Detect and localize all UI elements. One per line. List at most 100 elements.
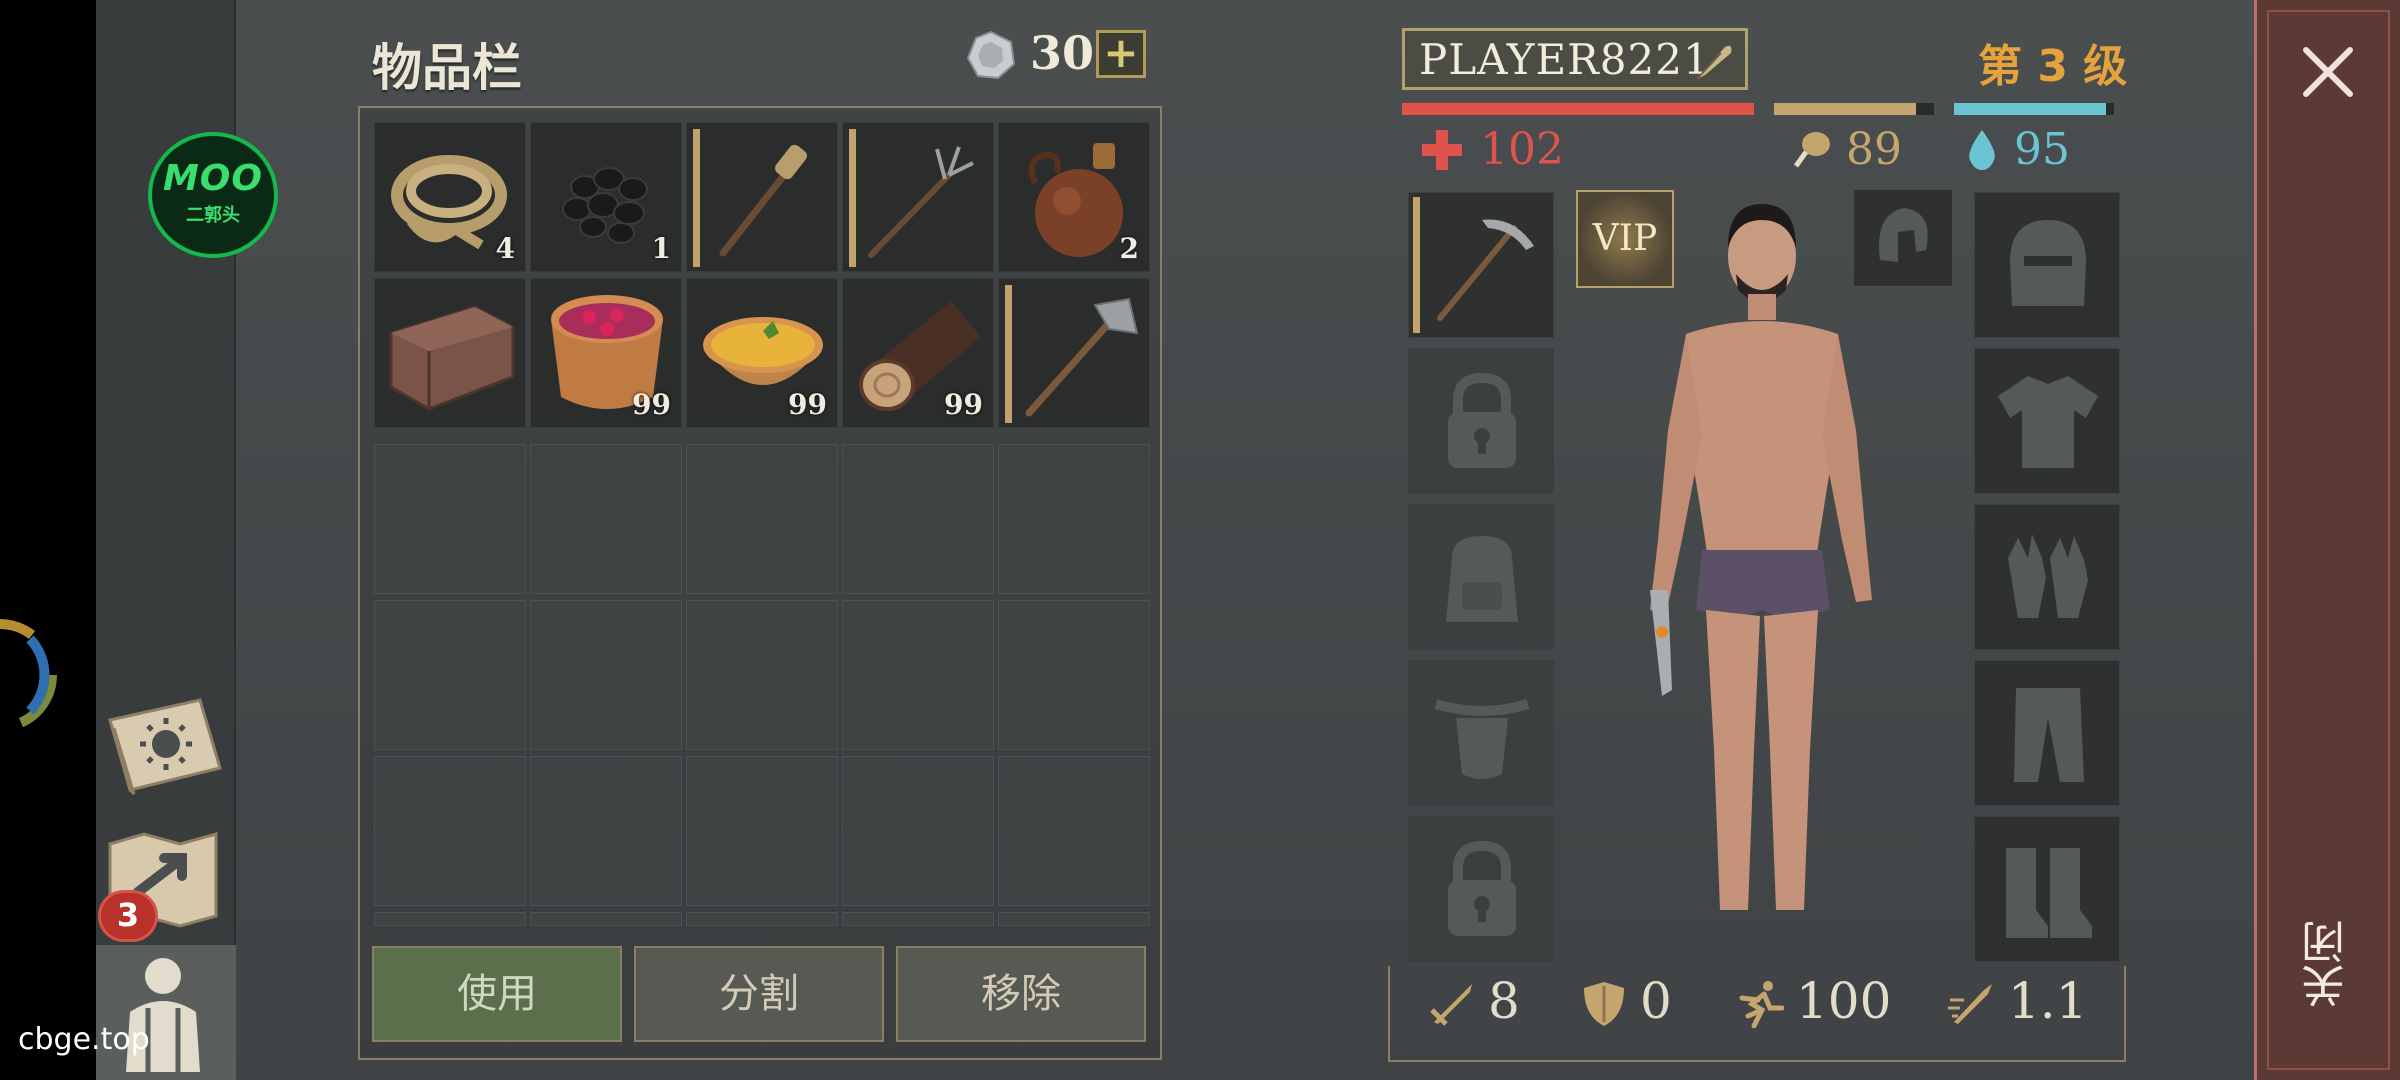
inventory-slot-pitchfork[interactable] (842, 122, 994, 272)
close-panel[interactable] (2254, 0, 2400, 1080)
empty-slot[interactable] (998, 444, 1150, 594)
close-icon[interactable] (2296, 40, 2360, 104)
loading-ring-icon (0, 618, 57, 732)
food-value: 89 (1846, 124, 1902, 175)
watermark: cbge.top (18, 1022, 150, 1057)
rename-quill-icon[interactable] (1691, 39, 1735, 83)
defense-value: 0 (1640, 972, 1672, 1030)
empty-slot[interactable] (998, 912, 1150, 926)
inventory-slot-coal[interactable]: 1 (530, 122, 682, 272)
pouch-icon (1434, 699, 1530, 779)
empty-slot[interactable] (374, 600, 526, 750)
sword-icon (1430, 984, 1472, 1026)
equipment-slot-feet[interactable] (1974, 816, 2120, 962)
inventory-slot-log[interactable]: 99 (842, 278, 994, 428)
moo-logo: MOO 二郭头 (148, 132, 278, 258)
equipment-slot-locked[interactable] (1408, 348, 1554, 494)
empty-slot[interactable] (842, 912, 994, 926)
health-cross-icon (1422, 130, 1462, 170)
lock-icon (1448, 840, 1516, 936)
item-quantity: 99 (632, 388, 671, 421)
character-tab-icon[interactable] (110, 952, 216, 1076)
empty-slot[interactable] (530, 912, 682, 926)
empty-slot[interactable] (530, 600, 682, 750)
running-icon (1739, 981, 1784, 1028)
empty-slot[interactable] (686, 444, 838, 594)
player-level: 第 3 级 (1978, 41, 2128, 92)
logo-top-text: MOO (162, 158, 264, 199)
empty-slot[interactable] (530, 444, 682, 594)
item-quantity: 2 (1119, 232, 1139, 265)
empty-slot[interactable] (374, 756, 526, 906)
equipment-slot-body[interactable] (1974, 348, 2120, 494)
journal-icon[interactable] (100, 690, 228, 800)
close-panel-border (2267, 10, 2390, 1070)
equipment-slot-tool[interactable] (1408, 192, 1554, 338)
attack-speed-value: 1.1 (2008, 972, 2088, 1030)
add-coins-button[interactable]: + (1096, 30, 1146, 78)
water-value: 95 (2014, 124, 2070, 175)
food-bar-fill (1774, 103, 1917, 115)
inventory-slot-berry-bowl[interactable]: 99 (530, 278, 682, 428)
pickaxe-icon (1437, 219, 1534, 321)
lock-icon (1448, 372, 1516, 468)
shirt-icon (1998, 376, 2098, 468)
close-label[interactable]: 关闭 (2296, 920, 2356, 1008)
inventory-slot-soup-bowl[interactable]: 99 (686, 278, 838, 428)
empty-slot[interactable] (374, 912, 526, 926)
water-drop-icon (1969, 130, 1995, 170)
item-quantity: 4 (495, 232, 515, 265)
remove-button[interactable]: 移除 (896, 946, 1146, 1042)
empty-slot[interactable] (842, 600, 994, 750)
item-quantity: 1 (651, 232, 671, 265)
equipment-slot-head[interactable] (1974, 192, 2120, 338)
empty-slot[interactable] (686, 600, 838, 750)
item-quantity: 99 (944, 388, 983, 421)
empty-slot[interactable] (998, 756, 1150, 906)
inventory-slot-flask[interactable]: 2 (998, 122, 1150, 272)
health-value: 102 (1480, 124, 1564, 175)
water-bar-fill (1954, 103, 2106, 115)
equipment-slot-hands[interactable] (1974, 504, 2120, 650)
durability-bar (1413, 197, 1420, 333)
health-bar-fill (1402, 103, 1754, 115)
empty-slot[interactable] (686, 912, 838, 926)
inventory-title: 物品栏 (372, 39, 522, 97)
coin-icon (966, 30, 1016, 80)
inventory-slot-chest[interactable] (374, 278, 526, 428)
use-button[interactable]: 使用 (372, 946, 622, 1042)
equipment-slot-backpack[interactable] (1408, 504, 1554, 650)
player-name: PLAYER8221 (1419, 35, 1711, 84)
helmet-icon (2010, 220, 2086, 306)
attack-value: 8 (1488, 972, 1520, 1030)
player-name-box[interactable]: PLAYER8221 (1402, 28, 1748, 90)
empty-slot[interactable] (998, 600, 1150, 750)
equipment-slot-legs[interactable] (1974, 660, 2120, 806)
swift-sword-icon (1948, 984, 1992, 1024)
split-button[interactable]: 分割 (634, 946, 884, 1042)
inventory-slot-hatchet[interactable] (998, 278, 1150, 428)
health-bar (1402, 103, 1754, 115)
pitchfork-icon (868, 146, 974, 258)
empty-slot[interactable] (842, 444, 994, 594)
pants-icon (2014, 688, 2084, 782)
backpack-icon (1446, 536, 1518, 622)
meat-drumstick-icon (1793, 132, 1830, 168)
character-model (1650, 204, 1872, 910)
empty-slot[interactable] (374, 444, 526, 594)
wooden-chest-icon (389, 305, 515, 411)
logo-bottom-text: 二郭头 (186, 205, 240, 226)
shield-icon (1584, 982, 1624, 1026)
empty-slot[interactable] (842, 756, 994, 906)
inventory-slot-torch[interactable] (686, 122, 838, 272)
map-notification-badge: 3 (98, 890, 158, 942)
left-screen-edge (0, 0, 96, 1080)
equipment-slot-locked[interactable] (1408, 816, 1554, 962)
equipment-slot-pouch[interactable] (1408, 660, 1554, 806)
item-quantity: 99 (788, 388, 827, 421)
empty-slot[interactable] (686, 756, 838, 906)
hatchet-icon (1025, 297, 1139, 417)
coin-count: 30 (1030, 26, 1095, 80)
inventory-slot-rope[interactable]: 4 (374, 122, 526, 272)
empty-slot[interactable] (530, 756, 682, 906)
